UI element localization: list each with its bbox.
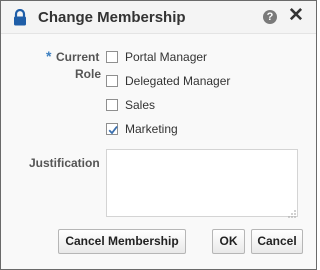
checkbox-label-delegated-manager[interactable]: Delegated Manager: [125, 74, 230, 88]
checkbox-label-portal-manager[interactable]: Portal Manager: [125, 50, 207, 64]
dialog-header: Change Membership ? ✕: [1, 1, 316, 34]
required-marker: *: [46, 48, 52, 64]
role-label-line2: Role: [75, 67, 102, 81]
checkbox-portal-manager[interactable]: [106, 51, 118, 63]
justification-label: Justification: [29, 156, 100, 170]
checkbox-delegated-manager[interactable]: [106, 75, 118, 87]
lock-icon: [12, 8, 28, 26]
ok-button[interactable]: OK: [212, 229, 245, 254]
help-icon[interactable]: ?: [263, 10, 277, 24]
role-label-line1: Current: [56, 50, 100, 64]
checkbox-label-marketing[interactable]: Marketing: [125, 122, 178, 136]
change-membership-dialog: Change Membership ? ✕ * Current Role Por…: [0, 0, 317, 270]
checkmark-icon: [108, 125, 118, 135]
checkbox-sales[interactable]: [106, 99, 118, 111]
cancel-membership-button[interactable]: Cancel Membership: [58, 229, 186, 254]
justification-textarea[interactable]: [106, 149, 298, 217]
dialog-title: Change Membership: [38, 9, 186, 26]
close-icon[interactable]: ✕: [288, 6, 304, 26]
resize-grip-icon[interactable]: [287, 206, 297, 218]
cancel-button[interactable]: Cancel: [251, 229, 303, 254]
checkbox-label-sales[interactable]: Sales: [125, 98, 155, 112]
checkbox-marketing[interactable]: [106, 123, 118, 135]
